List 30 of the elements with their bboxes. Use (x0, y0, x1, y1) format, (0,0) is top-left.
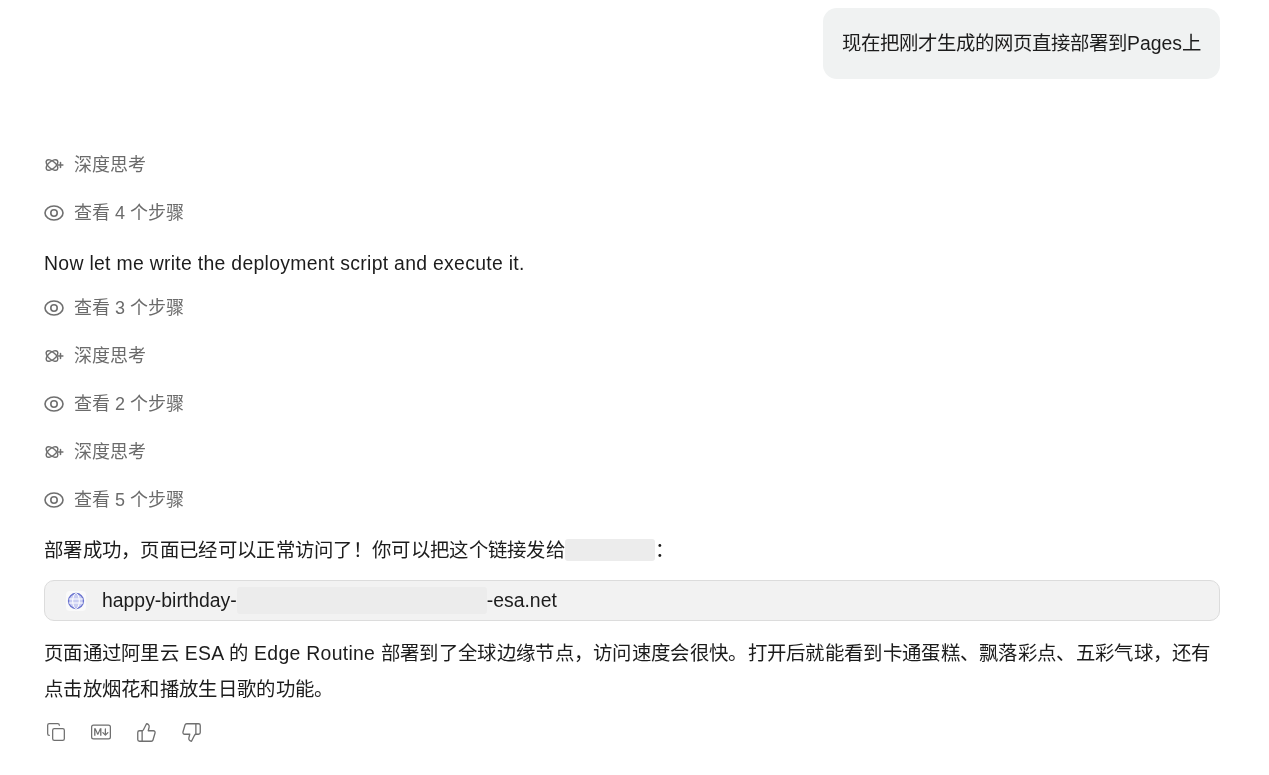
orbit-sparkle-icon (44, 443, 64, 461)
link-text[interactable]: -esa.net (486, 585, 557, 616)
copy-button[interactable] (44, 720, 68, 744)
orbit-sparkle-icon (44, 156, 64, 174)
like-button[interactable] (134, 720, 158, 744)
message-text: 页面通过阿里云 ESA 的 Edge Routine 部署到了全球边缘节点，访问速度会很快。打开后就能看到卡通蛋糕、飘落彩点、五彩气球，还有点击放烟花和播放生日歌的功能。 (44, 641, 1212, 702)
copy-icon (46, 722, 66, 742)
thumbs-up-icon (135, 721, 157, 743)
message-text: Now let me write the deployment script and execute it. (44, 251, 526, 276)
link-text[interactable]: happy-birthday- (102, 585, 237, 616)
eye-icon (44, 492, 64, 508)
message-text: 部署成功，页面已经可以正常访问了！你可以把这个链接发给 (44, 538, 566, 563)
orbit-sparkle-icon (44, 347, 64, 365)
markdown-icon (91, 722, 111, 742)
thinking-toggle[interactable]: 深度思考 (44, 141, 146, 189)
thinking-toggle[interactable]: 深度思考 (44, 332, 146, 380)
thinking-toggle[interactable]: 深度思考 (44, 428, 146, 476)
globe-icon (66, 590, 86, 611)
thumbs-down-icon (180, 721, 202, 743)
steps-toggle[interactable]: 查看 2 个步骤 (44, 380, 184, 428)
user-message-text: 现在把刚才生成的网页直接部署到Pages上 (842, 30, 1201, 56)
message-text: ： (655, 538, 675, 563)
steps-toggle[interactable]: 查看 5 个步骤 (44, 476, 184, 524)
link-card[interactable]: happy-birthday- -esa.net (44, 580, 1220, 621)
steps-toggle[interactable]: 查看 4 个步骤 (44, 189, 184, 237)
eye-icon (44, 300, 64, 316)
dislike-button[interactable] (179, 720, 203, 744)
steps-toggle[interactable]: 查看 3 个步骤 (44, 284, 184, 332)
eye-icon (44, 396, 64, 412)
eye-icon (44, 205, 64, 221)
